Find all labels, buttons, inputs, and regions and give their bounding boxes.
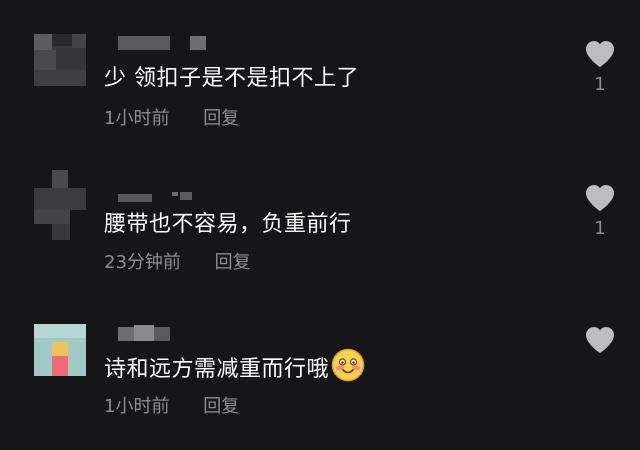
heart-icon [586, 185, 614, 211]
comment-text: 少 领扣子是不是扣不上了 [104, 66, 359, 91]
comment-text-content: 诗和远方需减重而行哦 [104, 357, 330, 382]
avatar[interactable] [34, 34, 86, 86]
avatar-image [34, 34, 86, 86]
reply-button[interactable]: 回复 [203, 104, 239, 130]
username-blurred[interactable] [118, 35, 208, 50]
reply-button[interactable]: 回复 [215, 248, 251, 274]
reply-button[interactable]: 回复 [203, 392, 239, 418]
comment-time: 1小时前 [104, 108, 170, 129]
heart-icon [586, 41, 614, 67]
comment-text: 腰带也不容易，负重前行 [104, 212, 352, 237]
avatar[interactable] [34, 324, 86, 376]
like-button[interactable]: 1 [578, 184, 622, 239]
comment-item: 少 领扣子是不是扣不上了 1小时前 回复 1 [0, 0, 640, 140]
comment-time: 1小时前 [104, 396, 170, 417]
avatar-image [34, 324, 86, 376]
username-blurred[interactable] [118, 325, 174, 341]
smiling-blush-emoji-icon [331, 348, 365, 388]
comment-meta: 23分钟前 回复 [104, 248, 251, 274]
heart-icon [586, 327, 614, 353]
comment-item: 腰带也不容易，负重前行 23分钟前 回复 1 [0, 140, 640, 290]
like-count: 1 [594, 74, 606, 95]
like-button[interactable]: 1 [578, 40, 622, 95]
like-button[interactable] [578, 326, 622, 360]
like-count: 1 [594, 218, 606, 239]
comment-item: 诗和远方需减重而行哦 1小时前 回复 [0, 290, 640, 450]
username-blurred[interactable] [118, 187, 208, 202]
avatar-image [34, 170, 86, 240]
comment-meta: 1小时前 回复 [104, 392, 239, 418]
comment-time: 23分钟前 [104, 252, 181, 273]
avatar[interactable] [34, 170, 86, 240]
comment-meta: 1小时前 回复 [104, 104, 239, 130]
comment-text: 诗和远方需减重而行哦 [104, 348, 365, 388]
